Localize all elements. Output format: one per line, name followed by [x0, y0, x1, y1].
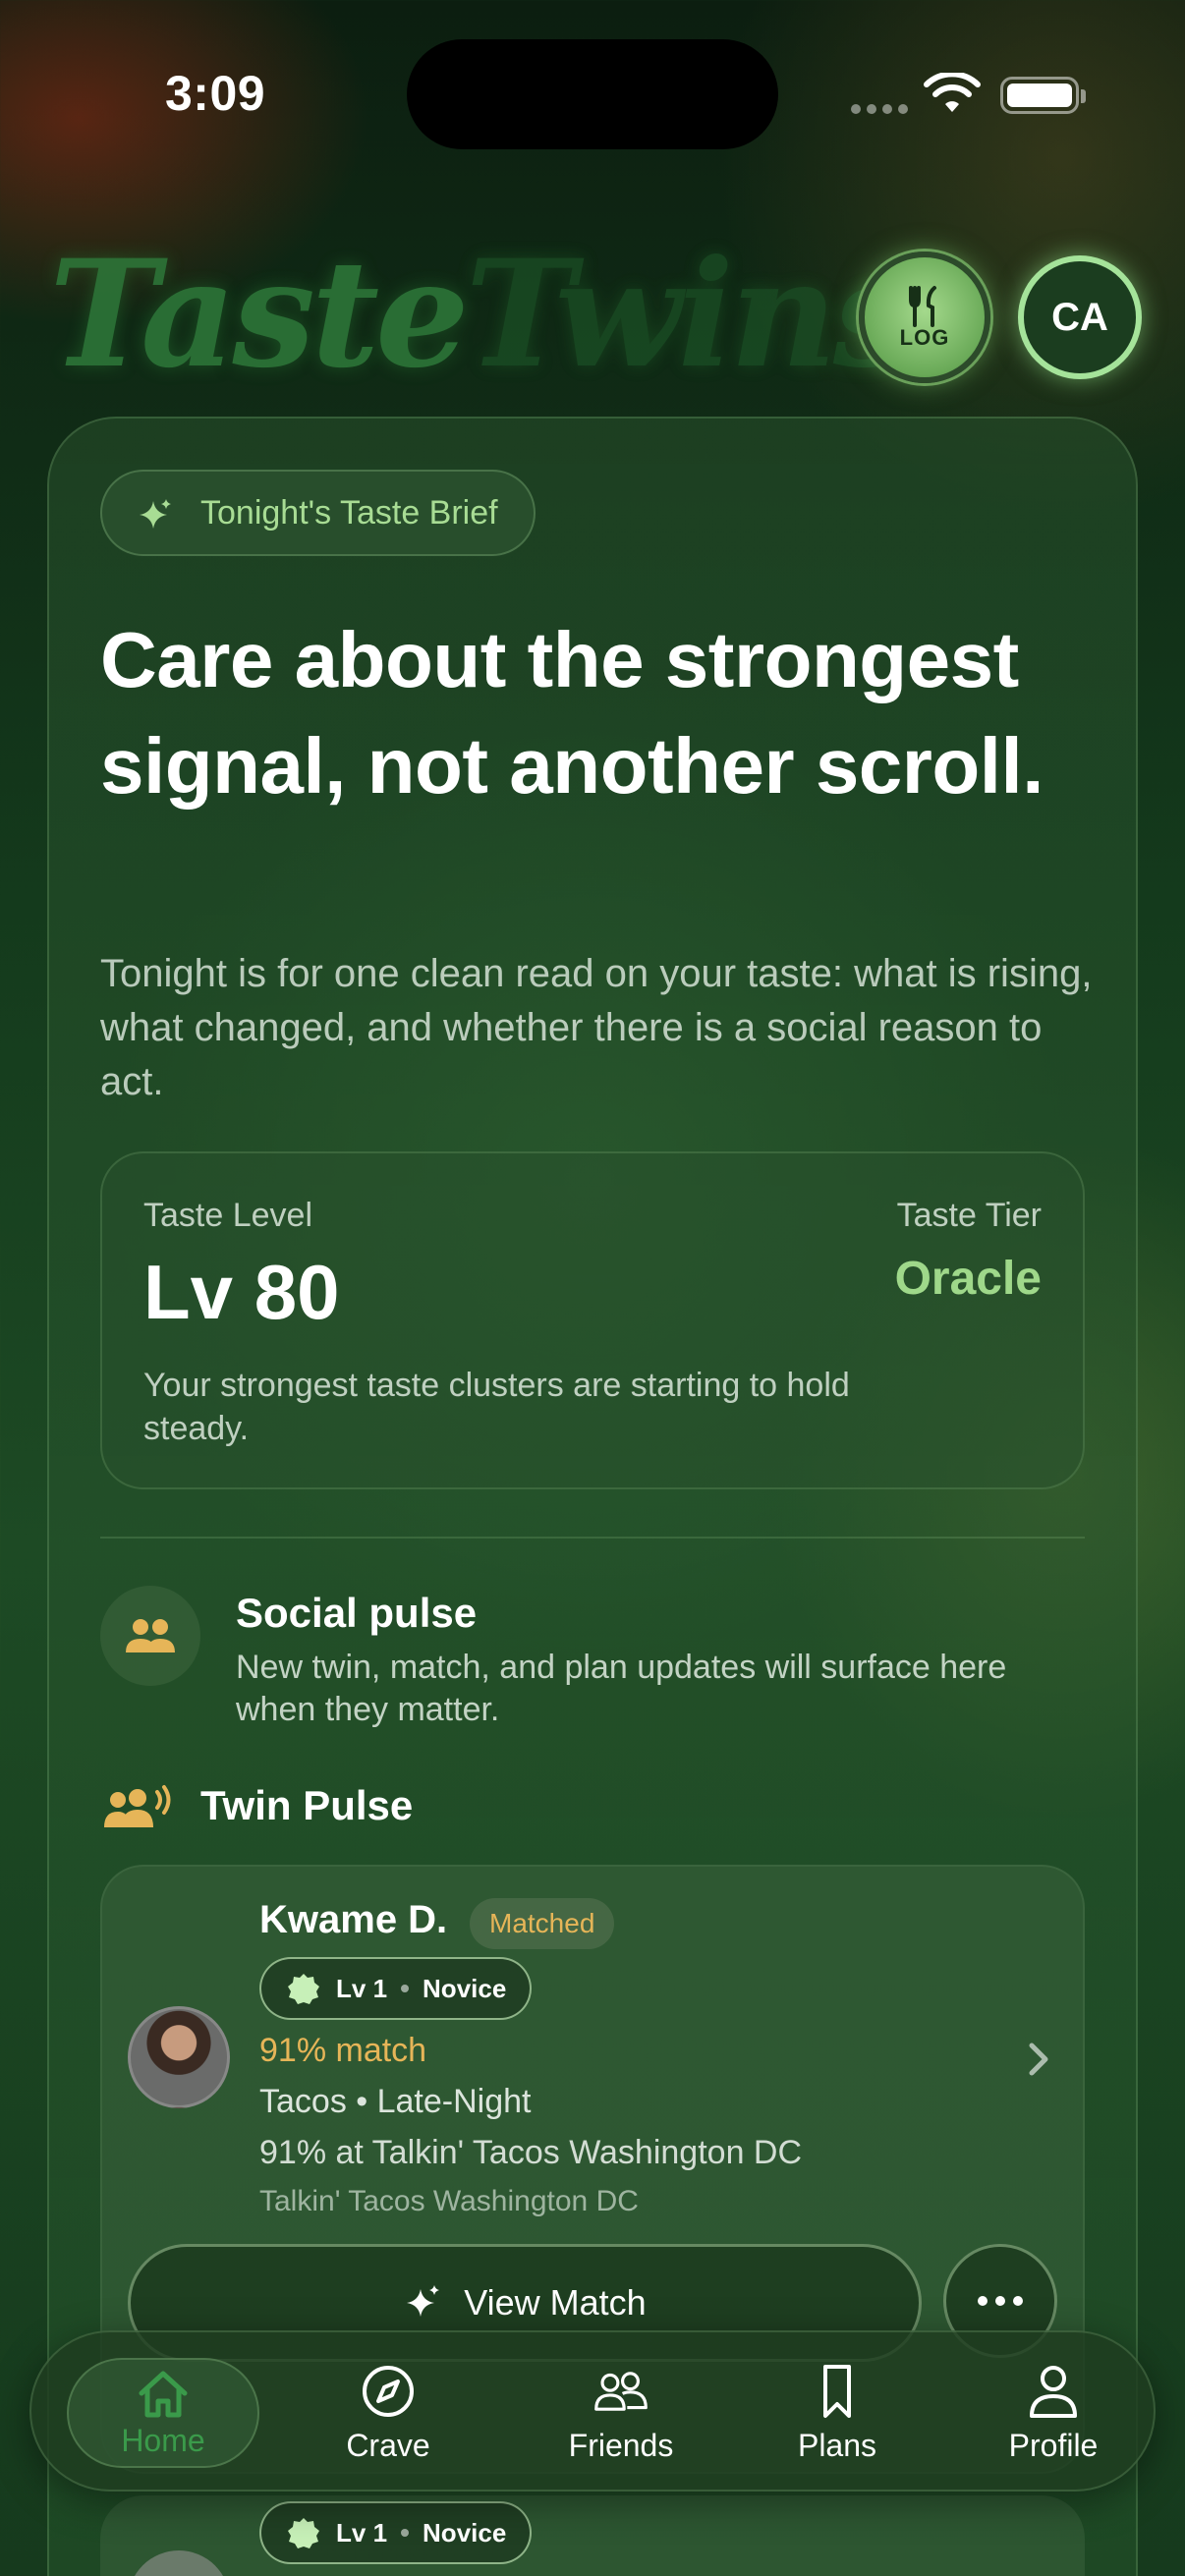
- twin-avatar: [128, 2006, 230, 2108]
- friends-icon: [594, 2371, 648, 2411]
- divider: [100, 1537, 1085, 1539]
- twin-level: Lv 1: [336, 1973, 388, 2003]
- social-pulse-title: Social pulse: [236, 1590, 478, 1636]
- status-time: 3:09: [165, 66, 266, 121]
- bookmark-icon: [823, 2364, 851, 2418]
- tab-profile-label: Profile: [1008, 2427, 1099, 2463]
- house-icon: [139, 2371, 188, 2417]
- sparkle-icon: [407, 2285, 440, 2317]
- tab-profile[interactable]: Profile: [975, 2332, 1132, 2493]
- tab-friends-label: Friends: [568, 2427, 674, 2463]
- twin-level: Lv 1: [336, 2517, 388, 2548]
- taste-tier-value: Oracle: [894, 1253, 1042, 1305]
- brief-pill-label: Tonight's Taste Brief: [200, 493, 498, 532]
- sparkle-icon: [140, 499, 171, 529]
- taste-level-label: Taste Level: [143, 1197, 312, 1234]
- tab-bar: Home Crave Friends Plans Profile: [29, 2330, 1156, 2492]
- taste-level-card: Taste Level Lv 80 Taste Tier Oracle Your…: [100, 1151, 1085, 1489]
- twin-name: Kwame D.: [259, 1898, 448, 1941]
- twin-level-pill: Lv 1 Novice: [259, 1957, 533, 2020]
- compass-icon: [363, 2365, 414, 2417]
- twin-card[interactable]: [100, 2495, 1085, 2576]
- tab-crave-label: Crave: [346, 2427, 430, 2463]
- taste-level-note: Your strongest taste clusters are starti…: [143, 1367, 850, 1447]
- separator-dot: [401, 2529, 410, 2537]
- twin-tier: Novice: [423, 2517, 507, 2548]
- twin-cuisine: Tacos • Late-Night: [259, 2083, 532, 2120]
- user-avatar[interactable]: CA: [1018, 255, 1142, 379]
- rosette-badge-icon: [288, 1974, 319, 2004]
- tab-plans[interactable]: Plans: [759, 2332, 916, 2493]
- brief-headline: Care about the strongest signal, not ano…: [100, 616, 1044, 810]
- people-wave-icon: [104, 1785, 171, 1827]
- tab-friends[interactable]: Friends: [542, 2332, 700, 2493]
- logo-part-twins: Twins: [465, 228, 917, 401]
- twin-detail: 91% at Talkin' Tacos Washington DC: [259, 2134, 803, 2171]
- match-percent: 91% match: [259, 2032, 427, 2069]
- brief-pill: Tonight's Taste Brief: [100, 470, 536, 556]
- separator-dot: [401, 1985, 410, 1992]
- tab-plans-label: Plans: [797, 2427, 877, 2463]
- brief-subtext: Tonight is for one clean read on your ta…: [100, 952, 1093, 1103]
- view-match-label: View Match: [464, 2282, 647, 2323]
- app-logo: TasteTwins: [49, 228, 917, 401]
- wifi-icon: [924, 73, 981, 112]
- chevron-right-icon[interactable]: [1026, 2040, 1053, 2079]
- cellular-signal-icon: [851, 104, 908, 114]
- social-pulse-desc: New twin, match, and plan updates will s…: [236, 1649, 1007, 1728]
- tab-home-label: Home: [121, 2422, 205, 2458]
- logo-part-taste: Taste: [49, 228, 470, 401]
- tab-home[interactable]: Home: [67, 2358, 259, 2468]
- tab-crave[interactable]: Crave: [314, 2332, 462, 2493]
- battery-icon: [1000, 77, 1086, 114]
- fork-knife-icon: [909, 286, 936, 327]
- social-pulse-icon-wrap: [100, 1586, 200, 1686]
- twin-pulse-title: Twin Pulse: [200, 1782, 414, 1828]
- twin-venue: Talkin' Tacos Washington DC: [259, 2185, 639, 2217]
- twin-level-pill: Lv 1 Novice: [259, 2501, 533, 2564]
- log-label: LOG: [899, 325, 950, 350]
- people-icon: [126, 1619, 175, 1652]
- person-icon: [1030, 2365, 1077, 2418]
- status-badge: Matched: [470, 1898, 615, 1949]
- dynamic-island: [407, 39, 778, 149]
- taste-level-value: Lv 80: [143, 1249, 340, 1335]
- twin-tier: Novice: [423, 1973, 507, 2003]
- log-meal-button[interactable]: LOG: [859, 252, 990, 383]
- rosette-badge-icon: [288, 2518, 319, 2548]
- taste-tier-label: Taste Tier: [896, 1197, 1042, 1234]
